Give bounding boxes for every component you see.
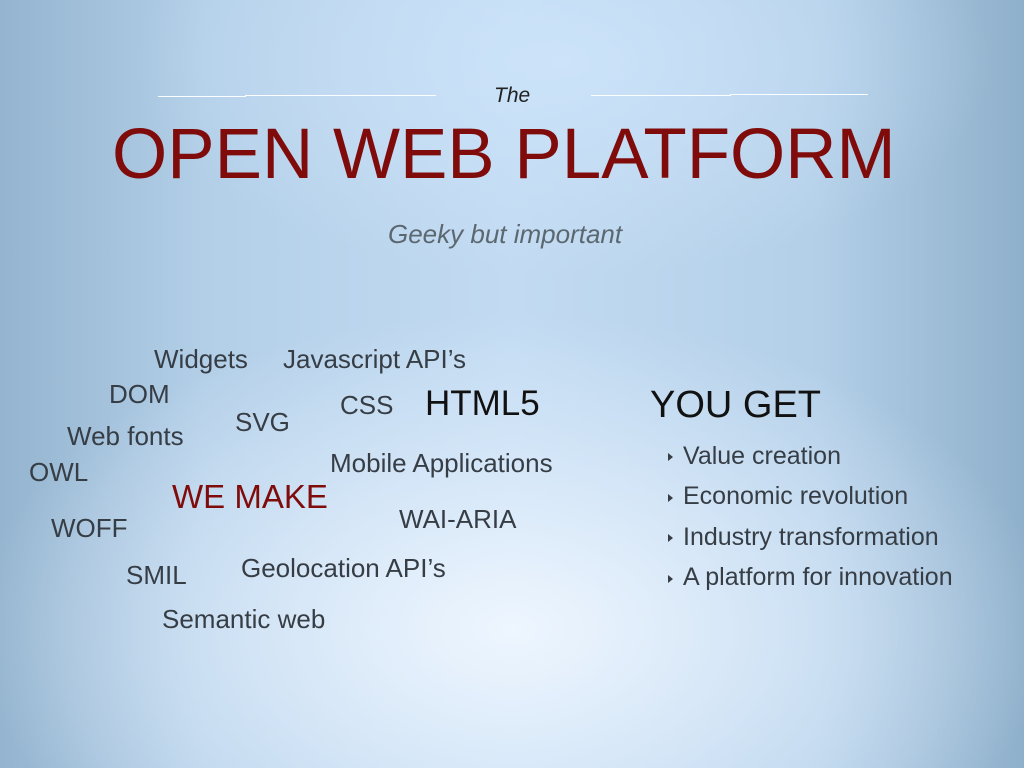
word-javascript-apis: Javascript API’s — [283, 344, 467, 374]
triangle-right-icon — [668, 534, 673, 543]
slide-title: OPEN WEB PLATFORM — [112, 115, 896, 194]
slide: The OPEN WEB PLATFORM Geeky but importan… — [0, 0, 1024, 768]
benefits-heading: YOU GET — [650, 384, 822, 426]
decorative-rule-left — [245, 95, 385, 96]
decorative-rule-left — [158, 96, 246, 97]
word-web-fonts: Web fonts — [67, 421, 184, 451]
benefit-item: Value creation — [668, 436, 953, 477]
word-smil: SMIL — [126, 560, 187, 590]
word-mobile-applications: Mobile Applications — [330, 448, 553, 478]
benefit-item: A platform for innovation — [668, 558, 953, 599]
benefit-item: Industry transformation — [668, 517, 953, 558]
word-html5: HTML5 — [425, 384, 540, 423]
benefit-item: Economic revolution — [668, 477, 953, 518]
word-dom: DOM — [109, 379, 170, 409]
benefits-list: Value creation Economic revolution Indus… — [668, 436, 953, 598]
decorative-rule-right — [591, 95, 731, 96]
benefit-label: Value creation — [683, 441, 841, 470]
kicker-text: The — [494, 84, 531, 107]
word-svg: SVG — [235, 407, 290, 437]
word-widgets: Widgets — [154, 344, 248, 374]
benefit-label: Industry transformation — [683, 522, 939, 551]
word-css: CSS — [340, 390, 394, 420]
word-geolocation-apis: Geolocation API’s — [241, 553, 446, 583]
word-wai-aria: WAI-ARIA — [399, 504, 517, 534]
word-woff: WOFF — [51, 513, 128, 543]
triangle-right-icon — [668, 453, 673, 462]
benefit-label: A platform for innovation — [683, 563, 953, 592]
word-owl: OWL — [29, 457, 89, 487]
triangle-right-icon — [668, 574, 673, 583]
word-cloud-heading: WE MAKE — [172, 478, 328, 515]
benefit-label: Economic revolution — [683, 482, 909, 511]
triangle-right-icon — [668, 493, 673, 502]
decorative-rule-left — [384, 95, 436, 96]
decorative-rule-right — [730, 94, 868, 95]
word-semantic-web: Semantic web — [162, 604, 326, 634]
slide-subtitle: Geeky but important — [388, 219, 623, 249]
